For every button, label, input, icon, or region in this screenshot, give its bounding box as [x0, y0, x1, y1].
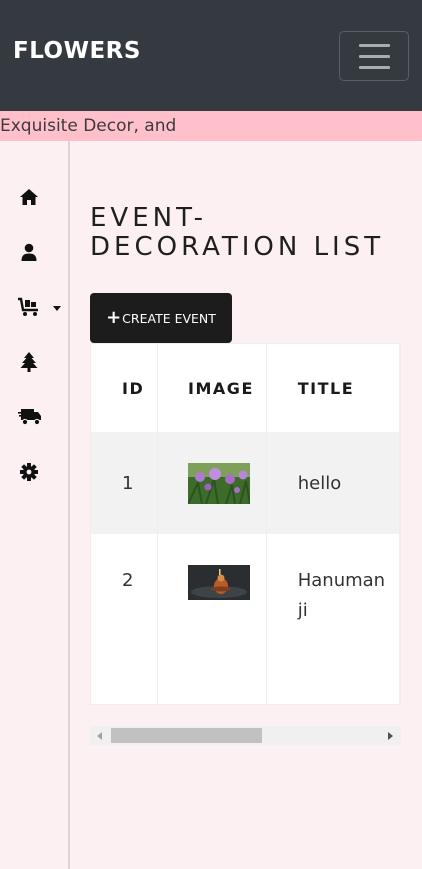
create-event-button[interactable]: + CREATE EVENT — [90, 293, 232, 343]
gear-icon — [20, 463, 38, 481]
sidebar-item-cart[interactable] — [18, 296, 42, 318]
sidebar-item-user[interactable] — [18, 241, 40, 263]
announcement-marquee: Exquisite Decor, and — [0, 111, 422, 141]
create-event-label: CREATE EVENT — [122, 310, 216, 326]
events-table: ID IMAGE TITLE 1 hello 2 Hanuman ji — [91, 344, 400, 704]
column-header-id[interactable]: ID — [91, 344, 159, 432]
table-horizontal-scrollbar[interactable] — [90, 726, 401, 745]
cart-icon — [18, 297, 38, 316]
brand-logo-text[interactable]: FLOWERS — [13, 38, 141, 64]
marquee-text: Exquisite Decor, and — [0, 116, 177, 136]
event-thumbnail-temple[interactable] — [188, 565, 251, 600]
sidebar-item-delivery[interactable] — [18, 406, 42, 428]
table-row[interactable]: 1 hello — [91, 432, 400, 534]
column-header-title[interactable]: TITLE — [266, 344, 400, 432]
table-header-row: ID IMAGE TITLE — [91, 344, 400, 432]
cell-id: 2 — [91, 534, 159, 704]
plus-icon: + — [106, 307, 122, 328]
sidebar-item-home[interactable] — [18, 186, 40, 208]
table-row[interactable]: 2 Hanuman ji — [91, 534, 400, 704]
hamburger-icon — [359, 44, 390, 47]
cell-image — [157, 432, 267, 534]
sidebar-item-settings[interactable] — [18, 461, 40, 483]
scroll-right-icon[interactable] — [388, 732, 393, 740]
event-thumbnail-flowers[interactable] — [188, 462, 251, 504]
scrollbar-thumb[interactable] — [111, 728, 262, 743]
scroll-left-icon[interactable] — [97, 732, 102, 740]
navbar-toggle-button[interactable] — [339, 31, 409, 81]
cell-id: 1 — [91, 432, 159, 534]
chevron-down-icon[interactable] — [53, 306, 61, 311]
tree-icon — [20, 352, 38, 372]
cell-image — [157, 534, 267, 704]
column-header-image[interactable]: IMAGE — [157, 344, 267, 432]
hamburger-icon — [359, 66, 390, 69]
cell-title: Hanuman ji — [266, 534, 400, 704]
top-navbar: FLOWERS — [0, 0, 422, 111]
cell-title: hello — [266, 432, 400, 534]
events-table-container: ID IMAGE TITLE 1 hello 2 Hanuman ji — [90, 343, 401, 705]
page-title: EVENT-DECORATION LIST — [90, 203, 385, 262]
sidebar — [0, 141, 70, 869]
delivery-truck-icon — [18, 409, 41, 426]
sidebar-item-tree[interactable] — [18, 351, 40, 373]
hamburger-icon — [359, 55, 390, 58]
user-icon — [21, 243, 37, 261]
home-icon — [20, 189, 38, 205]
